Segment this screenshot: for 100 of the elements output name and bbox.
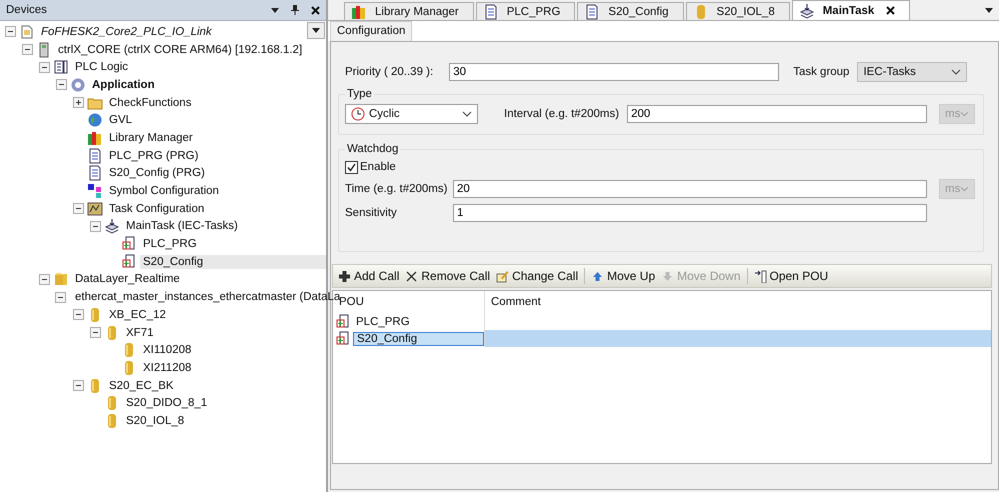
tree-item[interactable]: GVL bbox=[106, 113, 136, 128]
panel-title: Devices bbox=[6, 4, 48, 16]
editor-tab[interactable]: PLC_PRG bbox=[476, 2, 576, 20]
symbols-icon bbox=[87, 183, 103, 200]
plc-icon bbox=[53, 59, 69, 76]
task-icon bbox=[798, 2, 815, 18]
expander-toggle[interactable] bbox=[38, 62, 50, 73]
type-group-title: Type bbox=[346, 88, 373, 100]
globe-icon bbox=[87, 112, 103, 128]
tree-item[interactable]: XF71 bbox=[123, 326, 156, 340]
caret-icon bbox=[312, 28, 320, 33]
config-tab[interactable]: Configuration bbox=[330, 21, 412, 41]
task-icon bbox=[104, 218, 120, 234]
expander-toggle[interactable] bbox=[56, 79, 66, 90]
expander-toggle[interactable] bbox=[90, 327, 100, 338]
type-dropdown[interactable]: Cyclic bbox=[345, 104, 478, 124]
toolbar-button[interactable]: Add Call bbox=[335, 269, 402, 283]
library-icon bbox=[351, 4, 367, 20]
tree-item[interactable]: CheckFunctions bbox=[106, 96, 194, 110]
add-icon bbox=[338, 270, 351, 282]
editor-tab[interactable]: S20_Config bbox=[577, 2, 684, 20]
dropdown-icon[interactable] bbox=[985, 8, 993, 13]
edit-icon bbox=[496, 270, 510, 282]
expander-toggle[interactable] bbox=[72, 380, 84, 392]
up-icon bbox=[591, 270, 604, 282]
tree-item[interactable]: XI211208 bbox=[140, 360, 194, 375]
enable-checkbox[interactable]: Enable bbox=[345, 157, 396, 177]
open-icon bbox=[754, 270, 766, 282]
column-header: Comment bbox=[490, 295, 541, 310]
sensitivity-label: Sensitivity bbox=[345, 207, 398, 219]
tree-item[interactable]: Symbol Configuration bbox=[106, 184, 222, 198]
table-row[interactable]: S20_Config bbox=[333, 330, 991, 347]
taskconfig-icon bbox=[87, 200, 103, 217]
editor-tab[interactable]: MainTask bbox=[792, 0, 910, 20]
tree-item[interactable]: ctrlX_CORE (ctrlX CORE ARM64) [192.168.1.2] bbox=[55, 42, 306, 57]
sensitivity-field[interactable]: 1 bbox=[453, 204, 927, 222]
dropdown-button[interactable] bbox=[307, 22, 325, 39]
toolbar-button[interactable]: Change Call bbox=[493, 269, 582, 283]
watchdog-group-title: Watchdog bbox=[346, 143, 400, 155]
caret-icon bbox=[951, 69, 962, 75]
task-group-dropdown[interactable]: IEC-Tasks bbox=[857, 62, 968, 82]
datalayer-icon bbox=[53, 271, 69, 288]
caret-icon bbox=[960, 186, 969, 192]
toolbar-button[interactable]: Remove Call bbox=[402, 269, 494, 283]
table-cell-text: PLC_PRG bbox=[355, 316, 411, 328]
checkmark-icon bbox=[346, 162, 357, 172]
tree-item[interactable]: PLC Logic bbox=[72, 60, 132, 74]
down-icon bbox=[661, 270, 674, 282]
table-row[interactable]: PLC_PRG bbox=[333, 313, 991, 330]
tree-item[interactable]: S20_EC_BK bbox=[106, 378, 177, 393]
tree-item[interactable]: FoFHESK2_Core2_PLC_IO_Link bbox=[38, 24, 215, 39]
expander-toggle[interactable] bbox=[72, 203, 84, 214]
priority-label: Priority ( 20..39 ): bbox=[345, 66, 434, 78]
tree-item[interactable]: Task Configuration bbox=[106, 202, 208, 216]
tree-item[interactable]: S20_IOL_8 bbox=[123, 414, 188, 428]
clock-icon bbox=[351, 107, 365, 121]
close-icon[interactable] bbox=[311, 6, 320, 14]
interval-label: Interval (e.g. t#200ms) bbox=[504, 108, 620, 120]
editor-tab[interactable]: Library Manager bbox=[344, 2, 474, 20]
tree-item[interactable]: S20_Config bbox=[140, 254, 326, 269]
call-icon bbox=[121, 236, 137, 252]
tree-item[interactable]: DataLayer_Realtime bbox=[72, 272, 183, 286]
pou-icon bbox=[87, 148, 103, 164]
tree-item[interactable]: XI110208 bbox=[140, 343, 194, 358]
tree-item[interactable]: Application bbox=[89, 78, 158, 92]
expander-toggle[interactable] bbox=[4, 26, 16, 38]
tree-item[interactable]: S20_DIDO_8_1 bbox=[123, 396, 210, 410]
pou-icon bbox=[87, 165, 103, 182]
expander-toggle[interactable] bbox=[55, 292, 66, 303]
project-icon bbox=[19, 24, 35, 40]
pin-icon[interactable] bbox=[291, 5, 299, 15]
tree-item[interactable]: Library Manager bbox=[106, 130, 196, 145]
expander-toggle[interactable] bbox=[22, 44, 32, 56]
editor-tab[interactable]: S20_IOL_8 bbox=[686, 2, 790, 20]
caret-icon bbox=[960, 111, 969, 117]
time-label: Time (e.g. t#200ms) bbox=[345, 183, 448, 195]
task-group-label: Task group bbox=[793, 66, 850, 78]
time-field[interactable]: 20 bbox=[453, 180, 927, 198]
priority-field[interactable]: 30 bbox=[449, 63, 780, 81]
interval-field[interactable]: 200 bbox=[627, 105, 927, 123]
caret-icon bbox=[462, 111, 472, 117]
tree-item[interactable]: S20_Config (PRG) bbox=[106, 166, 208, 180]
application-icon bbox=[70, 76, 86, 93]
library-icon bbox=[87, 130, 103, 146]
toolbar-button[interactable]: Open POU bbox=[750, 269, 832, 283]
tree-item[interactable]: MainTask (IEC-Tasks) bbox=[123, 219, 241, 234]
dropdown-icon[interactable] bbox=[271, 8, 279, 12]
call-icon bbox=[335, 330, 351, 346]
close-icon[interactable] bbox=[886, 6, 896, 15]
tree-item[interactable]: PLC_PRG bbox=[140, 237, 200, 252]
table-cell: S20_Config bbox=[353, 332, 484, 346]
tree-item[interactable]: PLC_PRG (PRG) bbox=[106, 148, 202, 163]
expander-toggle[interactable] bbox=[38, 274, 50, 285]
call-icon bbox=[121, 254, 137, 270]
expander-toggle[interactable] bbox=[72, 309, 84, 320]
expander-toggle[interactable] bbox=[90, 220, 100, 232]
expander-toggle[interactable] bbox=[72, 97, 84, 108]
toolbar-button[interactable]: Move Up bbox=[588, 269, 658, 283]
remove-icon bbox=[405, 270, 418, 282]
tree-item[interactable]: XB_EC_12 bbox=[106, 308, 169, 322]
